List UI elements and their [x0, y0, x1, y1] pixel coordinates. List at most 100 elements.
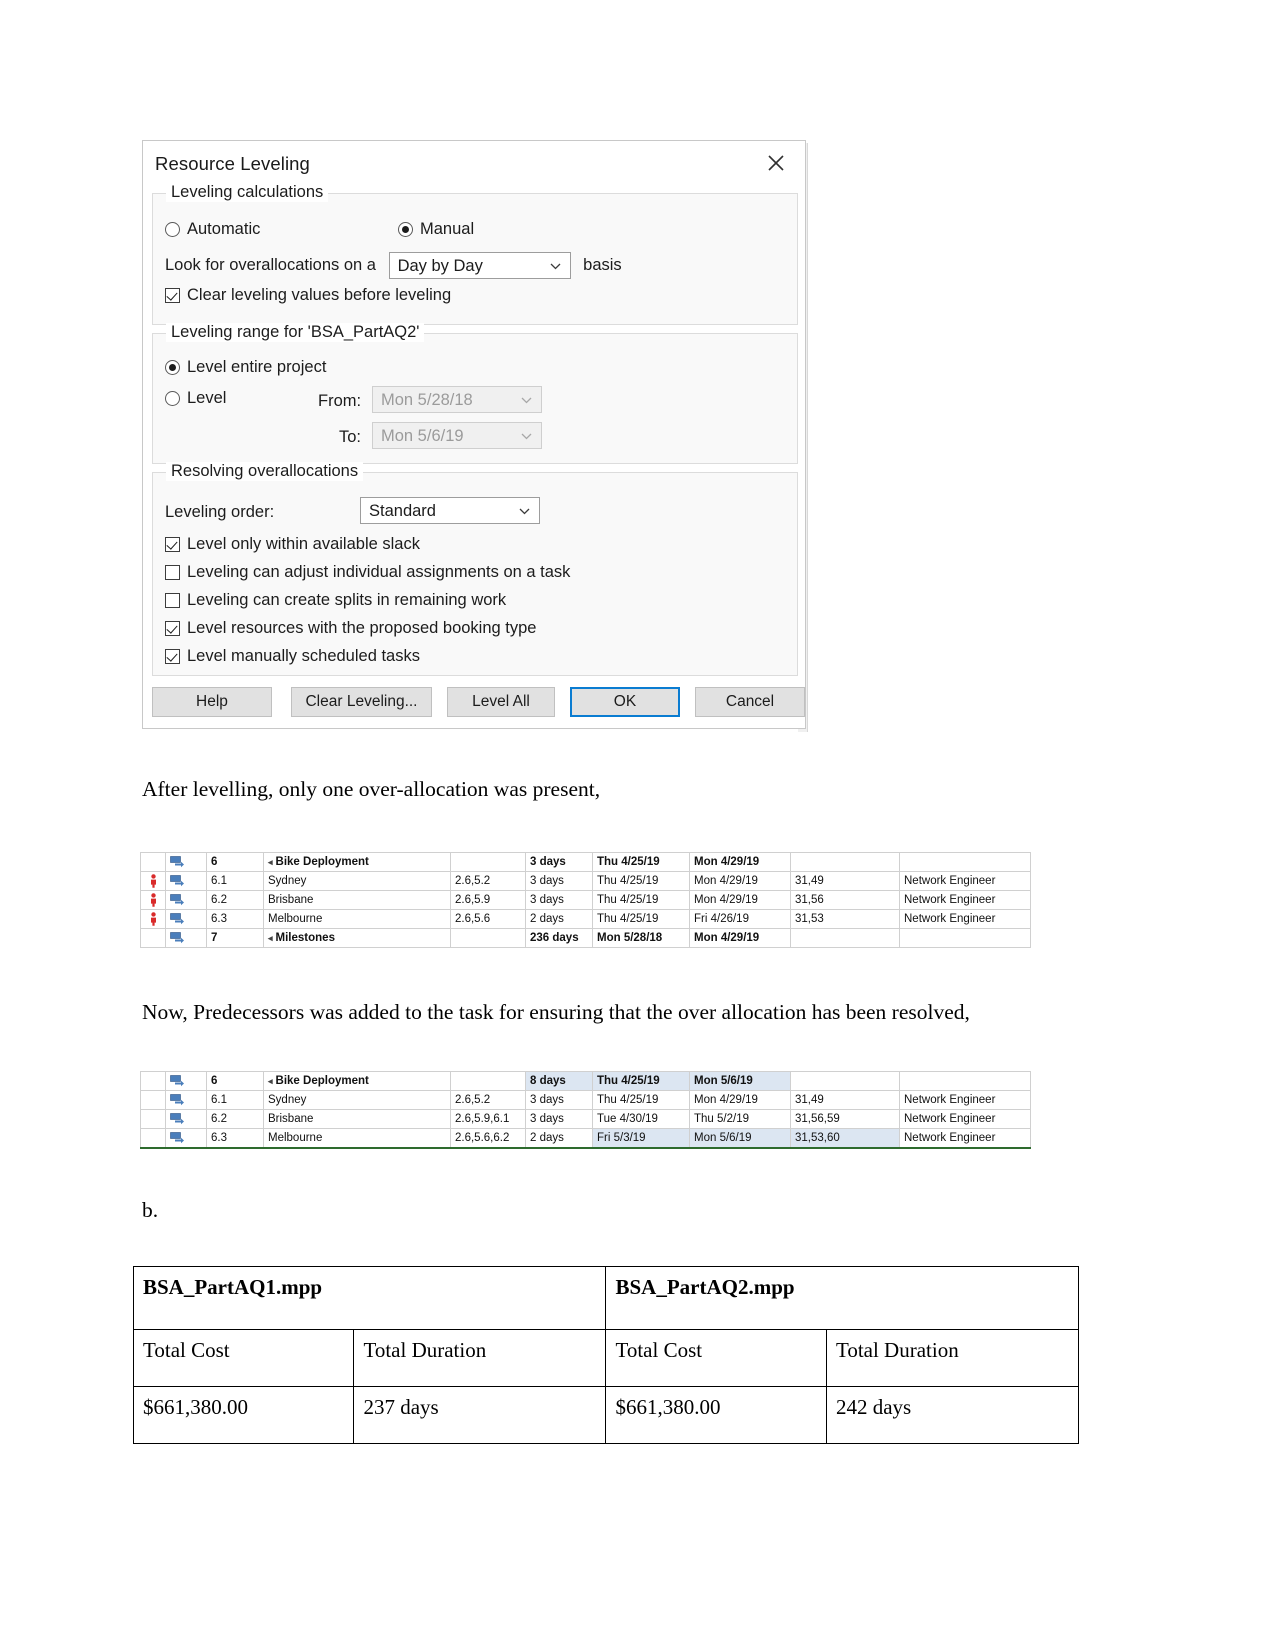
table-row[interactable]: 6.2 Brisbane 2.6,5.9 3 days Thu 4/25/19 … — [140, 890, 1031, 910]
duration-cell: 3 days — [525, 871, 593, 891]
to-label-text: To: — [339, 428, 362, 446]
overallocated-icon — [150, 874, 156, 888]
file1-duration-value: 237 days — [353, 1386, 607, 1444]
row-indicator-cell[interactable] — [140, 909, 166, 929]
task-mode-cell — [165, 852, 207, 872]
row-indicator-cell — [140, 1128, 166, 1149]
table-row[interactable]: 6.3 Melbourne 2.6,5.6 2 days Thu 4/25/19… — [140, 909, 1031, 929]
resource-ids-cell — [790, 1071, 900, 1091]
resource-name-cell: Network Engineer — [899, 1109, 1031, 1129]
checkbox-level-only-within-slack-indicator — [165, 537, 180, 552]
predecessors-cell — [450, 1071, 526, 1091]
table-row[interactable]: 6 ◂ Bike Deployment 8 days Thu 4/25/19 Mo… — [140, 1071, 1031, 1091]
radio-level-range-label: Level — [187, 389, 227, 407]
checkbox-level-manually-scheduled-indicator — [165, 649, 180, 664]
duration-cell: 3 days — [525, 890, 593, 910]
to-date-dropdown[interactable]: Mon 5/6/19 — [372, 422, 542, 449]
radio-manual[interactable]: Manual — [398, 220, 474, 239]
file1-cost-value: $661,380.00 — [132, 1386, 355, 1444]
checkbox-create-splits[interactable]: Leveling can create splits in remaining … — [165, 591, 506, 610]
table-row[interactable]: 6 ◂ Bike Deployment 3 days Thu 4/25/19 Mo… — [140, 852, 1031, 872]
file2-duration-label: Total Duration — [825, 1329, 1080, 1387]
resource-name-cell: Network Engineer — [899, 1090, 1031, 1110]
finish-cell: Mon 5/6/19 — [689, 1128, 791, 1149]
checkbox-proposed-booking-type[interactable]: Level resources with the proposed bookin… — [165, 619, 536, 638]
start-cell: Thu 4/25/19 — [592, 1071, 690, 1091]
radio-manual-label: Manual — [420, 220, 475, 238]
task-name-cell: Brisbane — [263, 1109, 451, 1129]
resource-name-cell: Network Engineer — [899, 909, 1031, 929]
help-button[interactable]: Help — [152, 687, 272, 717]
collapse-caret-icon[interactable]: ◂ — [268, 933, 273, 943]
file2-name-cell: BSA_PartAQ2.mpp — [605, 1266, 1079, 1330]
checkbox-clear-leveling-values-label: Clear leveling values before leveling — [187, 286, 452, 304]
finish-cell: Mon 5/6/19 — [689, 1071, 791, 1091]
task-name-text: Bike Deployment — [275, 856, 369, 868]
start-cell: Mon 5/28/18 — [592, 928, 690, 948]
basis-dropdown-value: Day by Day — [397, 257, 483, 275]
table-row[interactable]: 7 ◂ Milestones 236 days Mon 5/28/18 Mon 4… — [140, 928, 1031, 948]
task-name-text: Milestones — [275, 932, 335, 944]
table-row[interactable]: 6.1 Sydney 2.6,5.2 3 days Thu 4/25/19 Mo… — [140, 1090, 1031, 1110]
ok-button[interactable]: OK — [570, 687, 680, 717]
predecessors-cell: 2.6,5.2 — [450, 1090, 526, 1110]
collapse-caret-icon[interactable]: ◂ — [268, 857, 273, 867]
finish-cell: Fri 4/26/19 — [689, 909, 791, 929]
start-cell: Thu 4/25/19 — [592, 852, 690, 872]
auto-schedule-icon — [170, 1094, 184, 1106]
task-mode-cell — [165, 1109, 207, 1129]
predecessors-cell: 2.6,5.6,6.2 — [450, 1128, 526, 1149]
from-label-text: From: — [318, 392, 362, 410]
task-mode-cell — [165, 890, 207, 910]
close-icon[interactable] — [759, 147, 793, 179]
checkbox-level-manually-scheduled[interactable]: Level manually scheduled tasks — [165, 647, 420, 666]
radio-level-range[interactable]: Level — [165, 389, 226, 408]
chevron-down-icon — [521, 423, 532, 450]
checkbox-level-only-within-slack[interactable]: Level only within available slack — [165, 535, 420, 554]
start-cell: Thu 4/25/19 — [592, 890, 690, 910]
duration-cell: 2 days — [525, 909, 593, 929]
resource-ids-cell — [790, 852, 900, 872]
from-label: From: — [318, 392, 361, 411]
radio-manual-indicator — [398, 222, 413, 237]
finish-cell: Mon 4/29/19 — [689, 852, 791, 872]
resource-name-cell — [899, 928, 1031, 948]
table-row[interactable]: 6.3 Melbourne 2.6,5.6,6.2 2 days Fri 5/3… — [140, 1128, 1031, 1149]
task-name-cell: Melbourne — [263, 1128, 451, 1149]
dialog-titlebar: Resource Leveling — [143, 141, 805, 189]
finish-cell: Mon 4/29/19 — [689, 890, 791, 910]
leveling-order-dropdown[interactable]: Standard — [360, 497, 540, 524]
auto-schedule-icon — [170, 932, 184, 944]
row-indicator-cell[interactable] — [140, 890, 166, 910]
resource-name-cell: Network Engineer — [899, 871, 1031, 891]
table-row[interactable]: 6.2 Brisbane 2.6,5.9,6.1 3 days Tue 4/30… — [140, 1109, 1031, 1129]
radio-level-entire-project-label: Level entire project — [187, 358, 327, 376]
row-indicator-cell — [140, 1109, 166, 1129]
from-date-value: Mon 5/28/18 — [381, 391, 473, 409]
from-date-dropdown[interactable]: Mon 5/28/18 — [372, 386, 542, 413]
collapse-caret-icon[interactable]: ◂ — [268, 1076, 273, 1086]
wbs-cell: 6.2 — [206, 890, 264, 910]
duration-cell: 8 days — [525, 1071, 593, 1091]
basis-dropdown[interactable]: Day by Day — [388, 252, 571, 279]
comparison-label-row: Total Cost Total Duration Total Cost Tot… — [132, 1329, 1080, 1387]
level-all-button[interactable]: Level All — [447, 687, 555, 717]
checkbox-adjust-individual-assignments[interactable]: Leveling can adjust individual assignmen… — [165, 563, 570, 582]
table-row[interactable]: 6.1 Sydney 2.6,5.2 3 days Thu 4/25/19 Mo… — [140, 871, 1031, 891]
file2-cost-label: Total Cost — [605, 1329, 827, 1387]
cancel-button[interactable]: Cancel — [695, 687, 805, 717]
start-cell: Tue 4/30/19 — [592, 1109, 690, 1129]
task-mode-cell — [165, 1128, 207, 1149]
radio-level-entire-project[interactable]: Level entire project — [165, 358, 326, 377]
checkbox-clear-leveling-values[interactable]: Clear leveling values before leveling — [165, 286, 451, 305]
file1-duration-label: Total Duration — [353, 1329, 607, 1387]
clear-leveling-button[interactable]: Clear Leveling... — [291, 687, 432, 717]
comparison-table: BSA_PartAQ1.mpp BSA_PartAQ2.mpp Total Co… — [132, 1266, 1080, 1444]
auto-schedule-icon — [170, 894, 184, 906]
to-label: To: — [339, 428, 361, 447]
duration-cell: 236 days — [525, 928, 593, 948]
row-indicator-cell[interactable] — [140, 871, 166, 891]
start-cell: Thu 4/25/19 — [592, 909, 690, 929]
row-indicator-cell — [140, 928, 166, 948]
radio-automatic[interactable]: Automatic — [165, 220, 260, 239]
